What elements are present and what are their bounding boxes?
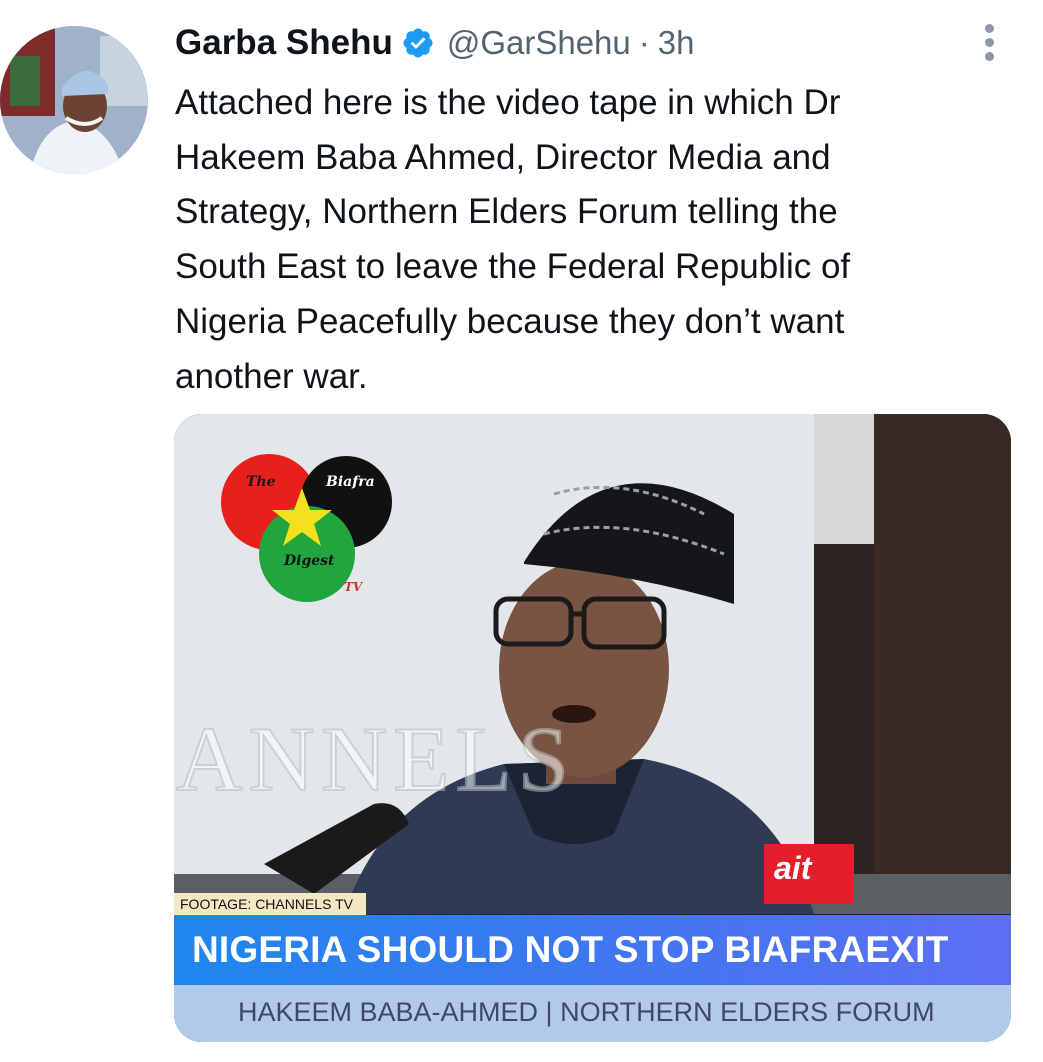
tweet-header: Garba Shehu @GarShehu · 3h (175, 20, 694, 66)
logo-word-the: The (246, 474, 276, 490)
tweet-text-line: Nigeria Peacefully because they don’t wa… (175, 301, 845, 341)
tweet-timestamp[interactable]: 3h (658, 24, 695, 62)
author-handle[interactable]: @GarShehu (447, 24, 631, 62)
tweet-text-line: Strategy, Northern Elders Forum telling … (175, 192, 838, 232)
more-options-icon[interactable] (975, 22, 1005, 64)
logo-word-tv: TV (344, 580, 363, 594)
banner-headline: NIGERIA SHOULD NOT STOP BIAFRAEXIT (192, 929, 949, 970)
author-name[interactable]: Garba Shehu (175, 23, 393, 63)
author-avatar[interactable] (0, 26, 148, 174)
tweet-text: Attached here is the video tape in which… (175, 76, 1005, 404)
tweet-text-line: another war. (175, 356, 368, 396)
banner-subheadline: HAKEEM BABA-AHMED | NORTHERN ELDERS FORU… (238, 997, 935, 1027)
mic-flag-label: ait (774, 850, 812, 886)
channels-watermark: ANNELS (175, 707, 575, 811)
verified-badge-icon (401, 26, 435, 60)
tweet-text-line: Hakeem Baba Ahmed, Director Media and (175, 137, 831, 177)
tweet-card: Garba Shehu @GarShehu · 3h Attached here… (0, 0, 1043, 1062)
logo-word-digest: Digest (284, 553, 335, 569)
lower-third-banner: NIGERIA SHOULD NOT STOP BIAFRAEXIT HAKEE… (174, 915, 1011, 1042)
banner-subheadline-bar: HAKEEM BABA-AHMED | NORTHERN ELDERS FORU… (174, 985, 1011, 1042)
logo-word-biafra: Biafra (326, 474, 375, 490)
separator-dot: · (638, 24, 650, 61)
tweet-text-line: South East to leave the Federal Republic… (175, 247, 851, 287)
tweet-text-line: Attached here is the video tape in which… (175, 83, 841, 122)
footage-label: FOOTAGE: CHANNELS TV (174, 893, 366, 915)
